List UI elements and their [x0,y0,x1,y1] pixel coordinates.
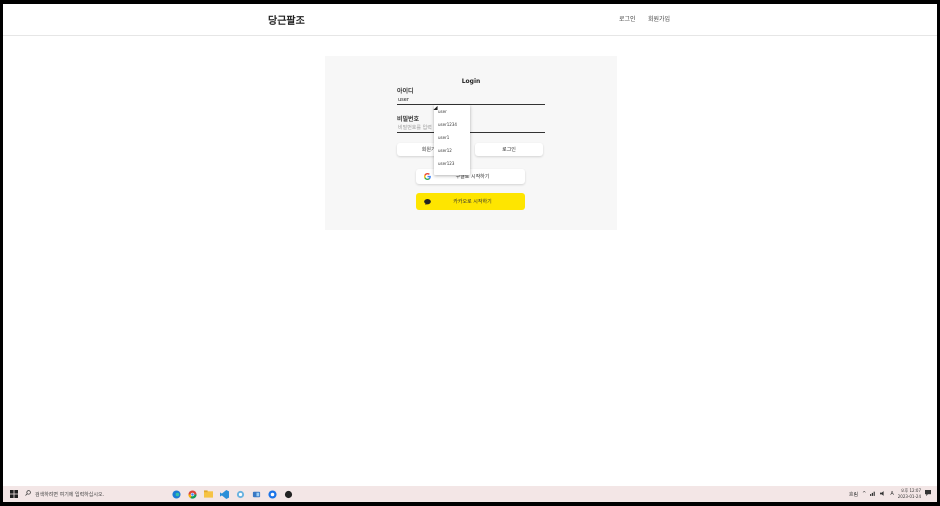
id-input[interactable] [397,95,545,105]
browser-viewport: 당근팔조 로그인 회원가입 Login 아이디 비밀번호 회원가입 로그인 구글… [3,4,937,502]
speaker-icon[interactable] [880,490,886,498]
password-label: 비밀번호 [397,116,420,123]
clock-date: 2023-01-24 [897,494,921,499]
login-title: Login [461,78,481,85]
app-icon[interactable] [265,487,279,501]
search-icon [25,490,31,498]
app-icon[interactable] [249,487,263,501]
autocomplete-item[interactable]: user123 [434,157,470,170]
taskbar-search[interactable]: 검색하려면 여기에 입력하십시오. [25,487,149,501]
network-icon[interactable] [870,491,876,498]
nav-login-link[interactable]: 로그인 [619,14,636,23]
notification-icon[interactable] [925,490,931,498]
windows-start-icon[interactable] [7,487,21,501]
kakao-chat-icon [420,198,434,205]
nav-signup-link[interactable]: 회원가입 [648,14,670,23]
id-label: 아이디 [397,88,414,95]
weather-text[interactable]: 흐림 [849,491,858,498]
login-button[interactable]: 로그인 [475,143,543,156]
password-input[interactable] [397,123,545,133]
taskbar-search-text: 검색하려면 여기에 입력하십시오. [35,491,105,498]
google-icon [420,173,434,180]
chevron-up-icon[interactable]: ^ [862,491,866,497]
site-logo[interactable]: 당근팔조 [268,12,305,27]
autocomplete-dropdown: user user1234 user1 user12 user123 [434,105,470,175]
kakao-button-label: 카카오로 시작하기 [453,199,492,205]
system-tray: 흐림 ^ A 오후 12:07 2023-01-24 [845,486,931,502]
chrome-icon[interactable] [185,487,199,501]
app-edge-icon[interactable] [169,487,183,501]
vscode-icon[interactable] [217,487,231,501]
google-login-button[interactable]: 구글로 시작하기 [416,169,525,184]
system-clock[interactable]: 오후 12:07 2023-01-24 [898,488,921,500]
kakao-login-button[interactable]: 카카오로 시작하기 [416,193,525,210]
file-explorer-icon[interactable] [201,487,215,501]
windows-taskbar: 검색하려면 여기에 입력하십시오. 흐림 ^ A 오후 12:07 2023-0… [3,486,937,502]
app-icon[interactable] [233,487,247,501]
autocomplete-item[interactable]: user1234 [434,118,470,131]
input-language-indicator[interactable]: A [890,491,893,497]
autocomplete-item[interactable]: user1 [434,131,470,144]
login-panel: Login 아이디 비밀번호 회원가입 로그인 구글로 시작하기 [325,56,617,230]
site-header: 당근팔조 로그인 회원가입 [3,4,937,36]
app-icon[interactable] [281,487,295,501]
autocomplete-item[interactable]: user12 [434,144,470,157]
